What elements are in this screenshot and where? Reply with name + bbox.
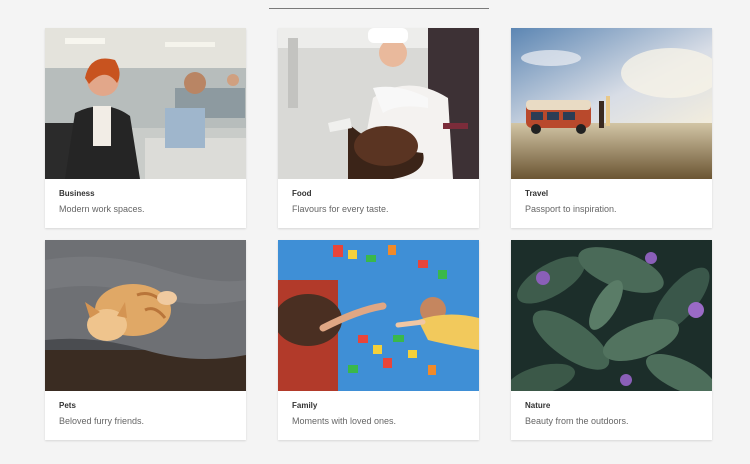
card-description: Beloved furry friends. [59,416,145,426]
card-description: Beauty from the outdoors. [525,416,629,426]
card-description: Flavours for every taste. [292,204,389,214]
family-playing-blocks-image [278,240,479,391]
card-family[interactable]: Family Moments with loved ones. [278,240,479,440]
card-title: Pets [59,401,76,410]
card-description: Passport to inspiration. [525,204,617,214]
category-grid: Business Modern work spaces. Food Flavou… [45,28,712,440]
business-office-image [45,28,246,179]
header-divider [269,8,489,9]
card-travel[interactable]: Travel Passport to inspiration. [511,28,712,228]
card-pets[interactable]: Pets Beloved furry friends. [45,240,246,440]
card-nature[interactable]: Nature Beauty from the outdoors. [511,240,712,440]
card-food[interactable]: Food Flavours for every taste. [278,28,479,228]
card-title: Family [292,401,318,410]
card-description: Moments with loved ones. [292,416,397,426]
van-beach-sunset-image [511,28,712,179]
chef-cooking-image [278,28,479,179]
card-title: Nature [525,401,551,410]
card-title: Business [59,189,95,198]
card-title: Travel [525,189,549,198]
sleeping-kitten-image [45,240,246,391]
card-title: Food [292,189,312,198]
card-description: Modern work spaces. [59,204,145,214]
card-business[interactable]: Business Modern work spaces. [45,28,246,228]
green-leaves-flowers-image [511,240,712,391]
